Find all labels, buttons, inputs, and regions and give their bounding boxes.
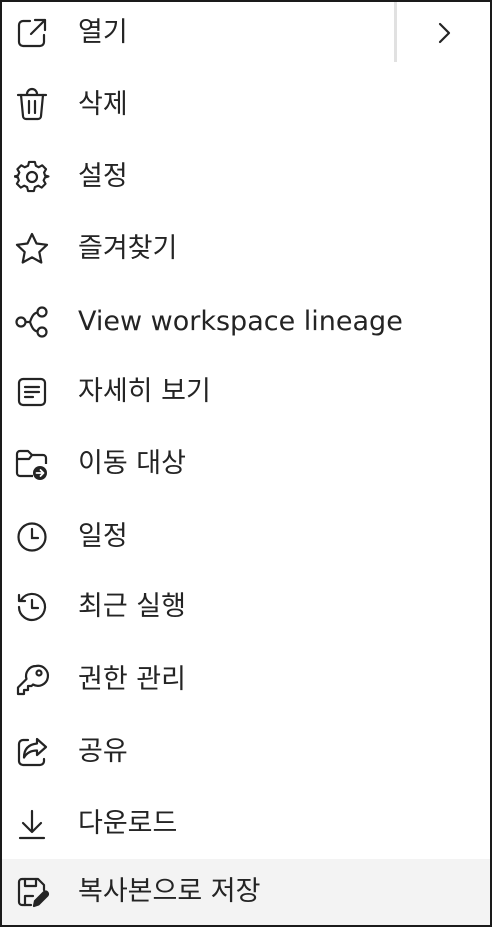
open-external-icon: [14, 15, 50, 51]
menu-item-label: 열기: [78, 17, 128, 48]
clock-icon: [14, 519, 50, 555]
menu-item-label: 이동 대상: [78, 448, 186, 479]
details-icon: [14, 374, 50, 410]
menu-item-label: 최근 실행: [78, 591, 186, 622]
download-icon: [14, 806, 50, 842]
star-icon: [14, 231, 50, 267]
history-icon: [14, 589, 50, 625]
menu-item-label: 즐겨찾기: [78, 233, 178, 264]
menu-item-label: View workspace lineage: [78, 306, 403, 337]
menu-item-save-as-copy[interactable]: 복사본으로 저장: [2, 859, 490, 925]
folder-move-icon: [14, 446, 50, 482]
menu-item-download[interactable]: 다운로드: [2, 788, 490, 860]
menu-item-details[interactable]: 자세히 보기: [2, 356, 490, 428]
menu-item-manage-permissions[interactable]: 권한 관리: [2, 644, 490, 716]
open-submenu-button[interactable]: [397, 2, 490, 64]
gear-icon: [14, 159, 50, 195]
save-copy-icon: [14, 874, 50, 910]
menu-item-settings[interactable]: 설정: [2, 141, 490, 213]
menu-item-share[interactable]: 공유: [2, 716, 490, 788]
menu-item-favorite[interactable]: 즐겨찾기: [2, 213, 490, 285]
share-icon: [14, 734, 50, 770]
menu-item-label: 설정: [78, 161, 128, 192]
menu-item-label: 공유: [78, 736, 128, 767]
chevron-right-icon: [438, 22, 450, 44]
menu-item-delete[interactable]: 삭제: [2, 69, 490, 141]
menu-item-label: 삭제: [78, 89, 128, 120]
menu-item-label: 자세히 보기: [78, 376, 211, 407]
menu-item-label: 다운로드: [78, 808, 178, 839]
lineage-icon: [14, 304, 50, 340]
menu-item-label: 권한 관리: [78, 664, 186, 695]
menu-item-lineage[interactable]: View workspace lineage: [2, 286, 490, 358]
menu-item-recent-runs[interactable]: 최근 실행: [2, 571, 490, 643]
menu-item-label: 복사본으로 저장: [78, 876, 261, 907]
trash-icon: [14, 87, 50, 123]
menu-item-move-to[interactable]: 이동 대상: [2, 428, 490, 500]
menu-item-label: 일정: [78, 521, 128, 552]
menu-item-schedule[interactable]: 일정: [2, 501, 490, 573]
key-icon: [14, 662, 50, 698]
context-menu: 열기 삭제 설정 즐겨찾기 View workspace lineage 자세히…: [0, 0, 492, 927]
